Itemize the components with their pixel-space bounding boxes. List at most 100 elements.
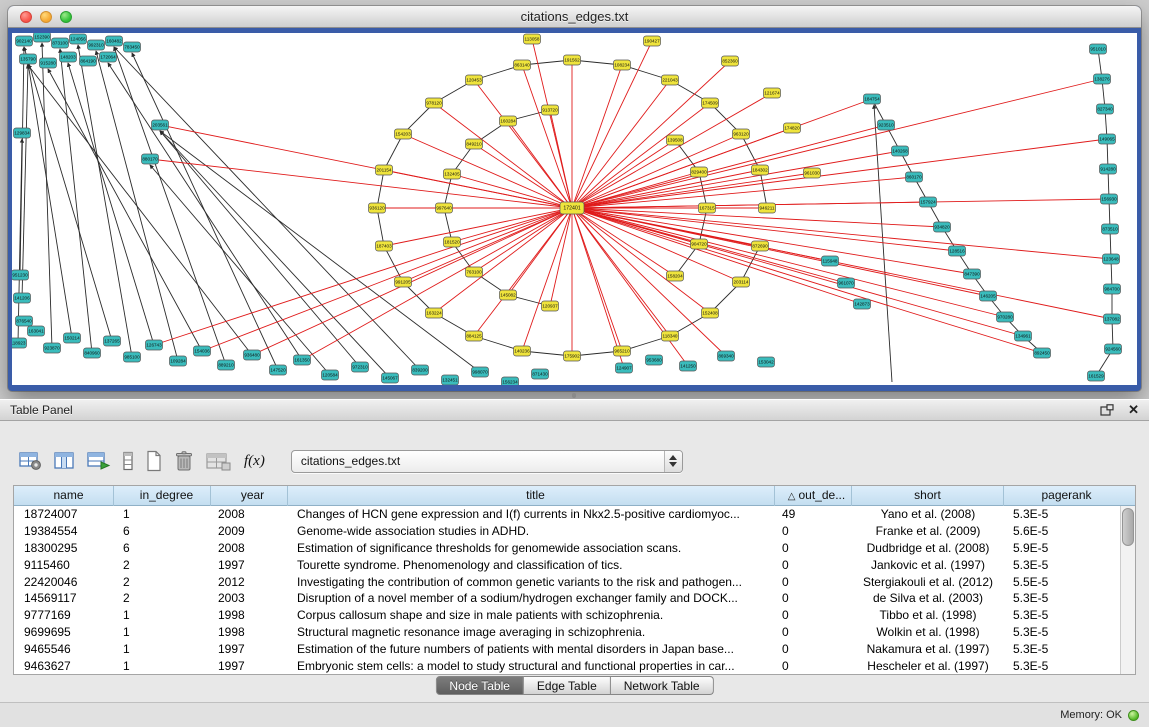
table-cell: 9465546 (14, 642, 114, 656)
tab-node-table[interactable]: Node Table (435, 676, 524, 695)
stepper-up-icon (669, 455, 677, 460)
close-panel-icon[interactable]: ✕ (1128, 404, 1139, 416)
graph-node-label: 892450 (1034, 351, 1050, 356)
minimize-window-button[interactable] (40, 11, 52, 23)
graph-edge (572, 208, 710, 313)
table-cell: Genome-wide association studies in ADHD. (288, 524, 775, 538)
table-cell: 1 (114, 608, 211, 622)
scrollbar-thumb[interactable] (1122, 508, 1134, 546)
column-header-short[interactable]: short (852, 486, 1004, 506)
table-append-icon (87, 451, 111, 471)
table-row[interactable]: 946362711997Embryonic stem cells: a mode… (14, 657, 1120, 674)
table-cell: Embryonic stem cells: a model to study s… (288, 659, 775, 673)
memory-status-label: Memory: OK (1060, 709, 1122, 721)
column-header-pagerank[interactable]: pagerank (1004, 486, 1120, 506)
column-header-name[interactable]: name (14, 486, 114, 506)
column-header-title[interactable]: title (288, 486, 775, 506)
column-header-out_degree[interactable]: △out_de... (775, 486, 852, 506)
float-panel-icon[interactable] (1100, 404, 1114, 416)
table-cell: 5.3E-5 (1004, 591, 1120, 605)
graph-node-label: 174509 (702, 101, 718, 106)
table-scrollbar[interactable] (1120, 506, 1135, 674)
table-toolbar: f(x) citations_edges.txt (18, 446, 683, 476)
traffic-lights (20, 11, 72, 23)
combobox-value: citations_edges.txt (292, 454, 664, 468)
graph-node-label: 108234 (614, 63, 630, 68)
table-type-tabs: Node TableEdge TableNetwork Table (435, 676, 713, 695)
graph-node-label: 132405 (444, 172, 460, 177)
table-browser-icon (54, 451, 76, 471)
graph-node-label: 134961 (1015, 334, 1031, 339)
graph-edge (42, 43, 52, 348)
graph-node-label: 140236 (514, 349, 530, 354)
table-cell: 0 (775, 524, 852, 538)
graph-edge (572, 208, 1112, 319)
graph-edge (572, 139, 1107, 208)
network-canvas[interactable]: 9462111843029631201745092210431082341915… (12, 33, 1137, 385)
column-selector-button[interactable] (121, 450, 135, 472)
delete-table-button[interactable] (173, 449, 195, 473)
graph-node-label: 158204 (667, 274, 683, 279)
column-header-label: title (526, 488, 545, 502)
graph-node-label: 160284 (500, 119, 516, 124)
function-builder-button[interactable]: f(x) (241, 453, 268, 470)
graph-node-label: 152408 (702, 311, 718, 316)
graph-node-label: 934820 (934, 225, 950, 230)
table-cell: 0 (775, 642, 852, 656)
column-header-in_degree[interactable]: in_degree (114, 486, 211, 506)
graph-node-label: 904720 (691, 242, 707, 247)
combobox-stepper-icon[interactable] (664, 451, 682, 472)
table-row[interactable]: 1456911722003Disruption of a novel membe… (14, 590, 1120, 607)
table-cell: Disruption of a novel member of a sodium… (288, 591, 775, 605)
column-header-year[interactable]: year (211, 486, 288, 506)
graph-edge (522, 65, 572, 208)
table-row[interactable]: 1938455462009Genome-wide association stu… (14, 523, 1120, 540)
table-browser-button[interactable] (53, 450, 77, 472)
table-append-button[interactable] (86, 450, 112, 472)
graph-node-label: 126743 (146, 343, 162, 348)
table-cell: Dudbridge et al. (2008) (852, 541, 1004, 555)
graph-node-label: 889210 (218, 363, 234, 368)
graph-node-label: 936480 (244, 353, 260, 358)
graph-node-label: 884125 (466, 334, 482, 339)
tab-network-table[interactable]: Network Table (611, 676, 714, 695)
graph-node-label: 203561 (152, 123, 168, 128)
graph-edge (377, 208, 384, 246)
table-row[interactable]: 946554611997Estimation of the future num… (14, 640, 1120, 657)
table-row[interactable]: 2242004622012Investigating the contribut… (14, 573, 1120, 590)
graph-node-label: 985100 (124, 355, 140, 360)
table-row[interactable]: 1830029562008Estimation of significance … (14, 540, 1120, 557)
network-view-frame: 9462111843029631201745092210431082341915… (8, 28, 1141, 391)
graph-edge (572, 79, 1102, 208)
graph-node-label: 978120 (426, 101, 442, 106)
table-selector-combobox[interactable]: citations_edges.txt (291, 450, 683, 473)
table-cell: 5.9E-5 (1004, 541, 1120, 555)
network-window[interactable]: citations_edges.txt 94621118430296312017… (8, 6, 1141, 391)
status-bar: Memory: OK (0, 702, 1149, 727)
graph-edge (60, 49, 92, 353)
table-row[interactable]: 977716911998Corpus callosum shape and si… (14, 607, 1120, 624)
graph-node-label: 951010 (1090, 47, 1106, 52)
import-table-button[interactable] (204, 450, 232, 472)
table-row[interactable]: 969969511998Structural magnetic resonanc… (14, 624, 1120, 641)
new-document-button[interactable] (144, 449, 164, 473)
table-cell: 5.6E-5 (1004, 524, 1120, 538)
graph-node-label: 923870 (44, 346, 60, 351)
column-icon (122, 451, 134, 471)
table-cell: 6 (114, 541, 211, 555)
table-settings-button[interactable] (18, 450, 44, 472)
table-cell: 9699695 (14, 625, 114, 639)
table-cell: 0 (775, 659, 852, 673)
citation-network-graph[interactable]: 9462111843029631201745092210431082341915… (12, 33, 1137, 385)
panel-divider-handle[interactable] (567, 393, 581, 398)
zoom-window-button[interactable] (60, 11, 72, 23)
table-row[interactable]: 1872400712008Changes of HCN gene express… (14, 506, 1120, 523)
table-cell: 0 (775, 625, 852, 639)
graph-node-label: 137082 (1104, 317, 1120, 322)
tab-edge-table[interactable]: Edge Table (524, 676, 611, 695)
close-window-button[interactable] (20, 11, 32, 23)
window-titlebar[interactable]: citations_edges.txt (8, 6, 1141, 28)
graph-edge (302, 208, 572, 360)
table-row[interactable]: 911546021997Tourette syndrome. Phenomeno… (14, 556, 1120, 573)
graph-edge (699, 172, 707, 208)
